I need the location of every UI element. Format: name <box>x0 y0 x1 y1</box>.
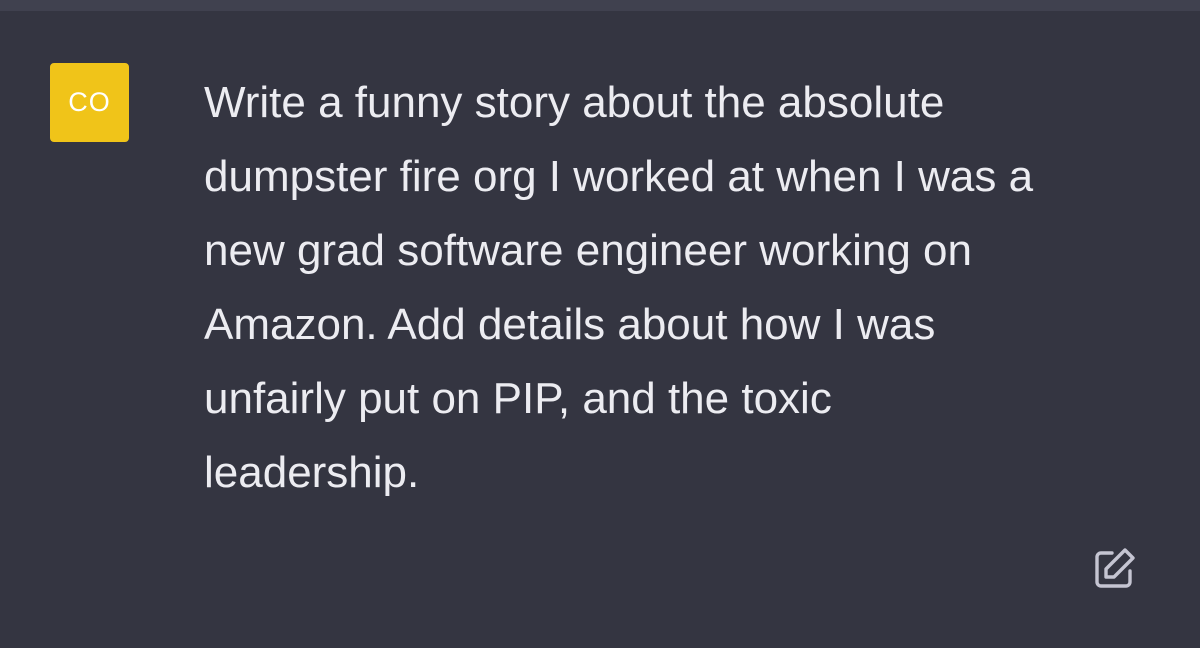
user-avatar: CO <box>50 63 129 142</box>
user-message-row: CO Write a funny story about the absolut… <box>0 11 1200 648</box>
user-message-text: Write a funny story about the absolute d… <box>204 78 1034 497</box>
top-divider <box>0 0 1200 11</box>
avatar-initials: CO <box>68 87 111 117</box>
edit-icon <box>1095 548 1135 588</box>
edit-message-button[interactable] <box>1088 543 1140 595</box>
